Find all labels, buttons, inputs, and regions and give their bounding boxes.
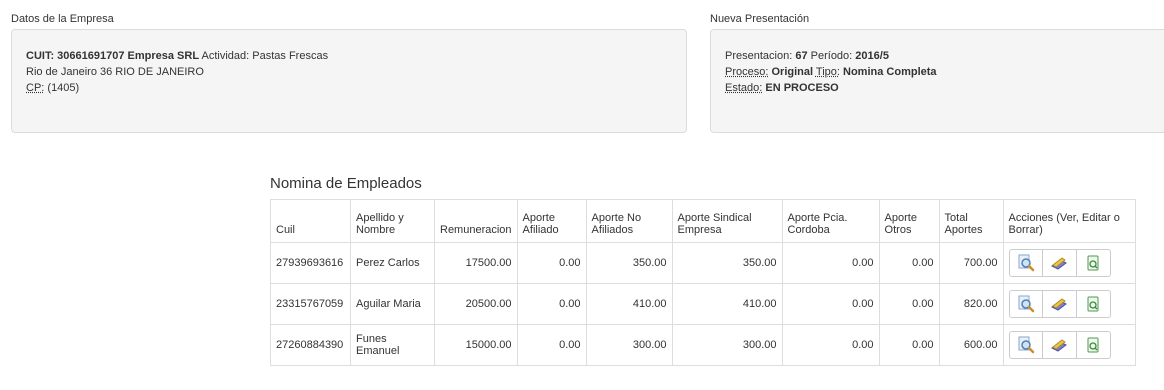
action-group — [1008, 249, 1130, 277]
cell-aporte-no-afiliados: 410.00 — [585, 283, 673, 325]
presentacion-line-3: Estado: EN PROCESO — [725, 80, 1164, 96]
presentacion-panel-title: Nueva Presentación — [710, 13, 810, 25]
cell-total-aportes: 600.00 — [938, 324, 1004, 366]
nomina-title: Nomina de Empleados — [270, 175, 422, 192]
cell-aporte-cordoba: 0.00 — [781, 242, 880, 284]
edit-button[interactable] — [1042, 249, 1077, 277]
cuit-value: 30661691707 — [57, 50, 125, 62]
view-button[interactable] — [1008, 290, 1043, 318]
table-row: 23315767059 Aguilar Maria 20500.00 0.00 … — [270, 283, 1136, 325]
delete-button[interactable] — [1076, 249, 1111, 277]
edit-icon — [1051, 257, 1067, 270]
delete-icon — [1087, 337, 1099, 353]
view-icon — [1018, 254, 1034, 272]
presentacion-line-1: Presentacion: 67 Período: 2016/5 — [725, 48, 1164, 64]
empresa-line-3: CP: (1405) — [26, 80, 672, 96]
col-aporte-no-afiliados: Aporte No Afiliados — [585, 199, 673, 243]
table-header-row: Cuil Apellido y Nombre Remuneracion Apor… — [270, 199, 1136, 243]
cell-aporte-afiliado: 0.00 — [516, 283, 587, 325]
cell-cuil: 23315767059 — [270, 283, 351, 325]
table-row: 27260884390 Funes Emanuel 15000.00 0.00 … — [270, 324, 1136, 366]
presentacion-panel: Presentacion: 67 Período: 2016/5 Proceso… — [710, 29, 1164, 133]
tipo-value: Nomina Completa — [843, 66, 937, 78]
col-apellido-nombre: Apellido y Nombre — [350, 199, 435, 243]
cell-aporte-otros: 0.00 — [878, 283, 940, 325]
cell-total-aportes: 700.00 — [938, 242, 1004, 284]
cell-acciones — [1002, 324, 1136, 366]
cell-cuil: 27939693616 — [270, 242, 351, 284]
col-remuneracion: Remuneracion — [434, 199, 518, 243]
delete-button[interactable] — [1076, 331, 1111, 359]
cell-nombre: Funes Emanuel — [350, 324, 435, 366]
nomina-table: Cuil Apellido y Nombre Remuneracion Apor… — [270, 199, 1136, 366]
cell-acciones — [1002, 242, 1136, 284]
view-button[interactable] — [1008, 249, 1043, 277]
col-total-aportes: Total Aportes — [938, 199, 1004, 243]
cell-remuneracion: 20500.00 — [434, 283, 518, 325]
col-aporte-afiliado: Aporte Afiliado — [516, 199, 587, 243]
delete-icon — [1087, 296, 1099, 312]
cell-total-aportes: 820.00 — [938, 283, 1004, 325]
cell-aporte-afiliado: 0.00 — [516, 324, 587, 366]
delete-button[interactable] — [1076, 290, 1111, 318]
col-cuil: Cuil — [270, 199, 351, 243]
cell-aporte-sindical: 350.00 — [671, 242, 783, 284]
estado-value: EN PROCESO — [765, 82, 839, 94]
empresa-panel-title: Datos de la Empresa — [11, 13, 114, 25]
view-button[interactable] — [1008, 331, 1043, 359]
empresa-panel: CUIT: 30661691707 Empresa SRL Actividad:… — [11, 29, 687, 133]
col-acciones: Acciones (Ver, Editar o Borrar) — [1002, 199, 1136, 243]
estado-label: Estado: — [725, 82, 763, 94]
empresa-line-1: CUIT: 30661691707 Empresa SRL Actividad:… — [26, 48, 672, 64]
presentacion-label: Presentacion: — [725, 50, 793, 62]
tipo-label: Tipo: — [815, 66, 840, 78]
presentacion-line-2: Proceso: Original Tipo: Nomina Completa — [725, 64, 1164, 80]
cell-nombre: Perez Carlos — [350, 242, 435, 284]
edit-icon — [1051, 298, 1067, 311]
edit-button[interactable] — [1042, 290, 1077, 318]
periodo-value: 2016/5 — [855, 50, 889, 62]
action-group — [1008, 331, 1130, 359]
cell-cuil: 27260884390 — [270, 324, 351, 366]
proceso-label: Proceso: — [725, 66, 769, 78]
table-row: 27939693616 Perez Carlos 17500.00 0.00 3… — [270, 242, 1136, 284]
edit-icon — [1051, 339, 1067, 352]
cell-aporte-cordoba: 0.00 — [781, 324, 880, 366]
col-aporte-sindical: Aporte Sindical Empresa — [671, 199, 783, 243]
cell-aporte-otros: 0.00 — [878, 242, 940, 284]
action-group — [1008, 290, 1130, 318]
cuit-label: CUIT: — [26, 50, 55, 62]
presentacion-value: 67 — [795, 50, 808, 62]
view-icon — [1018, 295, 1034, 313]
cell-aporte-sindical: 410.00 — [671, 283, 783, 325]
delete-icon — [1087, 255, 1099, 271]
edit-button[interactable] — [1042, 331, 1077, 359]
actividad-value: Pastas Frescas — [252, 50, 329, 62]
cell-aporte-cordoba: 0.00 — [781, 283, 880, 325]
cp-value: (1405) — [47, 82, 80, 94]
periodo-label: Período: — [810, 50, 853, 62]
col-aporte-otros: Aporte Otros — [878, 199, 940, 243]
cell-remuneracion: 17500.00 — [434, 242, 518, 284]
actividad-label: Actividad: — [201, 50, 250, 62]
proceso-value: Original — [771, 66, 814, 78]
company-name: Empresa SRL — [127, 50, 200, 62]
view-icon — [1018, 336, 1034, 354]
cell-nombre: Aguilar Maria — [350, 283, 435, 325]
col-aporte-cordoba: Aporte Pcia. Cordoba — [781, 199, 880, 243]
cell-acciones — [1002, 283, 1136, 325]
cell-aporte-otros: 0.00 — [878, 324, 940, 366]
cell-aporte-sindical: 300.00 — [671, 324, 783, 366]
empresa-address: Rio de Janeiro 36 RIO DE JANEIRO — [26, 66, 204, 78]
cell-aporte-afiliado: 0.00 — [516, 242, 587, 284]
cell-remuneracion: 15000.00 — [434, 324, 518, 366]
cp-label: CP: — [26, 82, 45, 94]
cell-aporte-no-afiliados: 300.00 — [585, 324, 673, 366]
cell-aporte-no-afiliados: 350.00 — [585, 242, 673, 284]
